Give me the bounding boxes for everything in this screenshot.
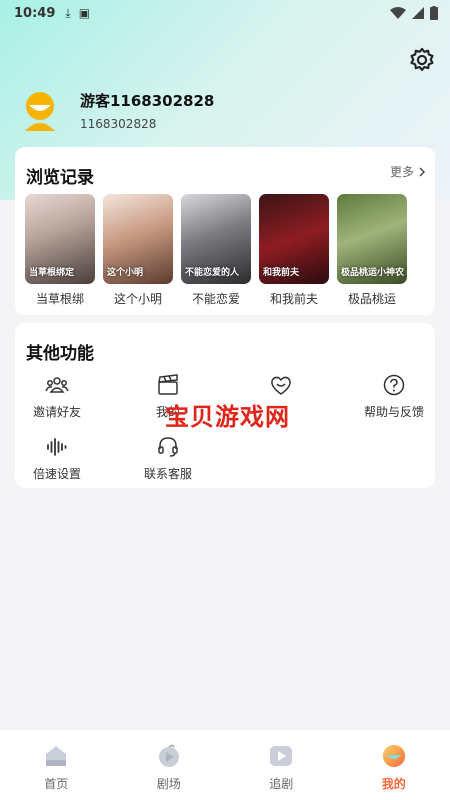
playback-speed-label: 倍速设置 bbox=[32, 467, 81, 481]
tab-theater[interactable]: 剧场 bbox=[113, 730, 226, 800]
gear-icon[interactable] bbox=[408, 46, 436, 74]
history-item[interactable]: 这个小明 这个小明 bbox=[103, 194, 173, 307]
user-id: 1168302828 bbox=[80, 117, 157, 131]
download-icon: ⤓ bbox=[65, 5, 71, 20]
smile-heart-icon bbox=[271, 376, 291, 395]
tab-follow-label: 追剧 bbox=[269, 777, 294, 791]
playback-speed-button[interactable]: 倍速设置 bbox=[12, 435, 102, 482]
more-button[interactable]: 更多 bbox=[390, 163, 425, 180]
history-item[interactable]: 和我前夫 和我前夫 bbox=[259, 194, 329, 307]
avatar[interactable] bbox=[20, 91, 60, 131]
poster-image[interactable]: 当草根绑定 bbox=[25, 194, 95, 284]
functions-title: 其他功能 bbox=[26, 344, 94, 364]
history-item[interactable]: 不能恋爱的人 不能恋爱 bbox=[181, 194, 251, 307]
browsing-history-card: 浏览记录 更多 当草根绑定 当草根绑 这个小明 这个小明 不能恋爱的人 不能恋爱… bbox=[15, 147, 435, 315]
history-item-title: 极品桃运 bbox=[347, 292, 396, 306]
history-item-title: 这个小明 bbox=[113, 292, 162, 306]
theater-icon bbox=[158, 744, 179, 767]
headset-icon bbox=[158, 437, 178, 457]
tab-home[interactable]: 首页 bbox=[0, 730, 113, 800]
notification-icon: ▣ bbox=[78, 6, 91, 20]
poster-caption: 不能恋爱的人 bbox=[185, 268, 240, 278]
contact-service-button[interactable]: 联系客服 bbox=[123, 435, 213, 482]
profile-icon bbox=[382, 745, 405, 767]
invite-friends-button[interactable]: 邀请好友 bbox=[12, 373, 102, 420]
poster-caption: 和我前夫 bbox=[263, 268, 300, 278]
history-title: 浏览记录 bbox=[26, 168, 94, 188]
poster-image[interactable]: 这个小明 bbox=[103, 194, 173, 284]
play-icon bbox=[270, 746, 293, 766]
history-item[interactable]: 当草根绑定 当草根绑 bbox=[25, 194, 95, 307]
tab-mine-label: 我的 bbox=[381, 777, 406, 791]
status-bar: 10:49 ⤓ ▣ bbox=[0, 0, 450, 26]
history-item-title: 和我前夫 bbox=[269, 292, 318, 306]
history-list: 当草根绑定 当草根绑 这个小明 这个小明 不能恋爱的人 不能恋爱 和我前夫 和我… bbox=[25, 194, 407, 307]
people-icon bbox=[45, 377, 69, 393]
signal-icon bbox=[412, 7, 424, 19]
tab-follow[interactable]: 追剧 bbox=[225, 730, 338, 800]
poster-image[interactable]: 和我前夫 bbox=[259, 194, 329, 284]
battery-icon bbox=[430, 6, 438, 20]
history-item-title: 当草根绑 bbox=[35, 292, 84, 306]
tab-mine[interactable]: 我的 bbox=[338, 730, 450, 800]
more-label: 更多 bbox=[389, 165, 414, 179]
help-feedback-button[interactable]: 帮助与反馈 bbox=[349, 373, 439, 420]
invite-friends-label: 邀请好友 bbox=[32, 405, 81, 419]
chevron-right-icon bbox=[419, 167, 425, 176]
status-time: 10:49 bbox=[14, 5, 56, 21]
tab-theater-label: 剧场 bbox=[156, 777, 181, 791]
profile-section[interactable]: 游客1168302828 1168302828 bbox=[20, 90, 214, 131]
contact-service-label: 联系客服 bbox=[143, 467, 192, 481]
bottom-tab-bar: 首页 剧场 追剧 我的 bbox=[0, 730, 450, 800]
username: 游客1168302828 bbox=[80, 92, 215, 110]
soundwave-icon bbox=[47, 438, 67, 456]
help-icon bbox=[383, 374, 405, 396]
watermark: 宝贝游戏网 bbox=[165, 403, 290, 431]
poster-caption: 这个小明 bbox=[107, 268, 144, 278]
tab-home-label: 首页 bbox=[44, 777, 69, 791]
poster-caption: 当草根绑定 bbox=[29, 268, 75, 278]
poster-image[interactable]: 不能恋爱的人 bbox=[181, 194, 251, 284]
home-icon bbox=[46, 746, 67, 766]
history-item-title: 不能恋爱 bbox=[191, 292, 240, 306]
wifi-icon bbox=[390, 7, 406, 19]
poster-caption: 极品桃运小神农 bbox=[341, 268, 405, 278]
clapperboard-icon bbox=[158, 374, 178, 395]
history-item[interactable]: 极品桃运小神农 极品桃运 bbox=[337, 194, 407, 307]
help-feedback-label: 帮助与反馈 bbox=[363, 405, 424, 419]
poster-image[interactable]: 极品桃运小神农 bbox=[337, 194, 407, 284]
